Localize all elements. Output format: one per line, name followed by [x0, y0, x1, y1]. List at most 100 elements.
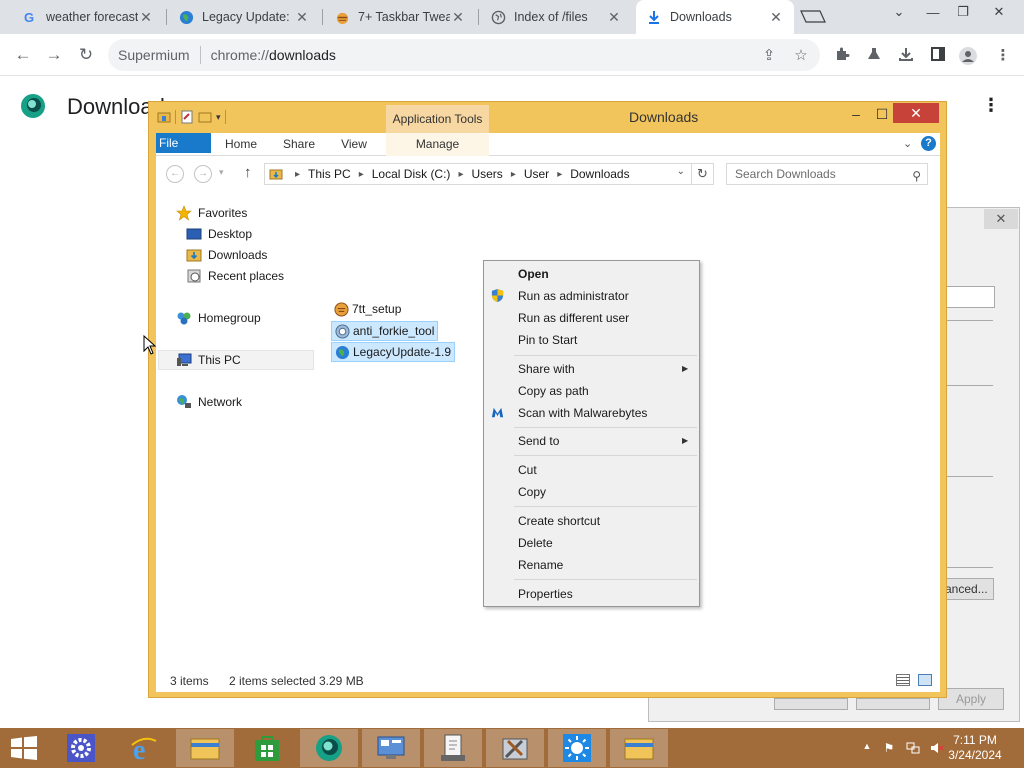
menu-item-properties[interactable]: Properties — [518, 585, 573, 603]
folder-icon[interactable] — [157, 110, 171, 124]
menu-item-send-to[interactable]: Send to — [518, 432, 559, 450]
tab-home[interactable]: Home — [218, 133, 264, 156]
recent-locations-icon[interactable]: ▾ — [219, 167, 224, 178]
menu-item-rename[interactable]: Rename — [518, 556, 563, 574]
close-icon[interactable]: ✕ — [450, 9, 466, 26]
new-folder-icon[interactable] — [198, 110, 212, 124]
file-item-anti-forkie-tool[interactable]: anti_forkie_tool — [331, 321, 439, 341]
breadcrumb-chevron-icon[interactable]: ▸ — [359, 169, 364, 180]
menu-item-run-as-administrator[interactable]: Run as administrator — [518, 287, 629, 305]
menu-item-pin-to-start[interactable]: Pin to Start — [518, 331, 577, 349]
minimize-icon[interactable]: — — [916, 0, 950, 24]
back-icon[interactable]: ← — [166, 165, 184, 183]
menu-item-open[interactable]: Open — [518, 265, 549, 283]
new-tab-icon[interactable] — [800, 10, 826, 23]
ok-button[interactable] — [774, 698, 848, 710]
nav-favorites[interactable]: Favorites — [176, 203, 247, 223]
tab-view[interactable]: View — [332, 133, 376, 156]
details-view-icon[interactable] — [896, 674, 910, 686]
maximize-icon[interactable]: ☐ — [869, 104, 895, 124]
show-hidden-icons-icon[interactable]: ▲ — [860, 741, 874, 755]
tab-manage[interactable]: Manage — [386, 133, 489, 156]
close-icon[interactable]: ✕ — [606, 9, 622, 26]
file-item-legacyupdate[interactable]: LegacyUpdate-1.9 — [331, 342, 456, 362]
dialog-text-field[interactable] — [946, 286, 995, 308]
menu-item-cut[interactable]: Cut — [518, 461, 537, 479]
share-icon[interactable]: ⇪ — [760, 46, 778, 64]
breadcrumb[interactable]: ▸ This PC ▸ Local Disk (C:) ▸ Users ▸ User ▸… — [264, 163, 692, 185]
tab-downloads[interactable]: Downloads ✕ — [636, 0, 794, 34]
cancel-button[interactable] — [856, 698, 930, 710]
menu-item-copy[interactable]: Copy — [518, 483, 546, 501]
nav-recent-places[interactable]: Recent places — [186, 266, 284, 286]
file-item-7tt-setup[interactable]: 7tt_setup — [331, 299, 404, 319]
forward-icon[interactable]: → — [194, 165, 212, 183]
breadcrumb-local-disk[interactable]: Local Disk (C:) — [372, 167, 451, 181]
close-icon[interactable]: ✕ — [138, 9, 154, 26]
taskbar-weather-app[interactable] — [548, 729, 606, 767]
taskbar-store[interactable] — [238, 729, 296, 767]
breadcrumb-chevron-icon[interactable]: ▸ — [458, 169, 463, 180]
chevron-down-icon[interactable]: ⌄ — [882, 0, 916, 24]
minimize-icon[interactable]: – — [843, 104, 869, 124]
taskbar-file-explorer-2[interactable] — [610, 729, 668, 767]
windows-start-icon[interactable] — [10, 736, 38, 760]
flag-icon[interactable]: ⚑ — [882, 741, 896, 755]
tab-weather-forecast[interactable]: G weather forecast ✕ — [12, 0, 164, 34]
menu-item-copy-as-path[interactable]: Copy as path — [518, 382, 589, 400]
refresh-icon[interactable]: ↻ — [692, 163, 714, 185]
breadcrumb-downloads[interactable]: Downloads — [570, 167, 629, 181]
address-bar[interactable]: Supermium chrome://downloads ⇪ ☆ — [108, 39, 820, 71]
nav-downloads[interactable]: Downloads — [186, 245, 267, 265]
extensions-icon[interactable] — [832, 46, 852, 66]
breadcrumb-users[interactable]: Users — [471, 167, 502, 181]
taskbar-settings[interactable] — [52, 729, 110, 767]
profile-avatar-icon[interactable] — [958, 46, 978, 66]
taskbar-file-explorer[interactable] — [176, 729, 234, 767]
large-icons-view-icon[interactable] — [918, 674, 932, 686]
breadcrumb-chevron-icon[interactable]: ▸ — [511, 169, 516, 180]
breadcrumb-user[interactable]: User — [524, 167, 549, 181]
tab-file[interactable]: File — [156, 133, 211, 153]
close-icon[interactable]: ✕ — [893, 103, 939, 123]
side-panel-icon[interactable] — [928, 46, 948, 66]
qat-dropdown-icon[interactable]: ▾ — [216, 112, 221, 123]
help-icon[interactable]: ? — [921, 136, 936, 151]
volume-muted-icon[interactable] — [930, 741, 944, 755]
close-window-icon[interactable]: ✕ — [982, 0, 1016, 24]
forward-icon[interactable]: → — [41, 42, 67, 68]
page-more-icon[interactable]: ⋮ — [982, 95, 1000, 116]
back-icon[interactable]: ← — [10, 42, 36, 68]
tab-index-of-files[interactable]: Index of /files ✕ — [480, 0, 632, 34]
network-tray-icon[interactable] — [906, 741, 920, 755]
breadcrumb-this-pc[interactable]: This PC — [308, 167, 351, 181]
chevron-down-icon[interactable]: ⌄ — [677, 166, 685, 177]
taskbar-supermium[interactable] — [300, 729, 358, 767]
breadcrumb-chevron-icon[interactable]: ▸ — [557, 169, 562, 180]
nav-desktop[interactable]: Desktop — [186, 224, 252, 244]
breadcrumb-chevron-icon[interactable]: ▸ — [295, 169, 300, 180]
tab-share[interactable]: Share — [274, 133, 324, 156]
flask-icon[interactable] — [864, 46, 884, 66]
menu-item-create-shortcut[interactable]: Create shortcut — [518, 512, 600, 530]
taskbar-clock[interactable]: 7:11 PM 3/24/2024 — [945, 733, 1005, 763]
search-input[interactable]: Search Downloads ⚲ — [726, 163, 928, 185]
properties-icon[interactable] — [180, 110, 194, 124]
taskbar-tools-app[interactable] — [486, 729, 544, 767]
tab-legacy-update[interactable]: Legacy Update: ✕ — [168, 0, 320, 34]
download-icon[interactable] — [896, 46, 916, 66]
nav-network[interactable]: Network — [176, 392, 242, 412]
close-icon[interactable]: ✕ — [768, 9, 784, 26]
taskbar-internet-explorer[interactable]: e — [115, 729, 173, 767]
menu-item-scan-with-malwarebytes[interactable]: Scan with Malwarebytes — [518, 404, 647, 422]
chevron-down-icon[interactable]: ⌄ — [903, 137, 912, 150]
nav-this-pc[interactable]: This PC — [176, 350, 241, 370]
restore-icon[interactable]: ❐ — [946, 0, 980, 24]
nav-homegroup[interactable]: Homegroup — [176, 308, 261, 328]
more-menu-icon[interactable]: ⋮ — [993, 46, 1013, 66]
bookmark-star-icon[interactable]: ☆ — [792, 46, 810, 64]
taskbar-control-panel[interactable] — [362, 729, 420, 767]
dialog-close-icon[interactable]: ✕ — [984, 209, 1018, 229]
apply-button[interactable]: Apply — [938, 688, 1004, 710]
menu-item-share-with[interactable]: Share with — [518, 360, 575, 378]
